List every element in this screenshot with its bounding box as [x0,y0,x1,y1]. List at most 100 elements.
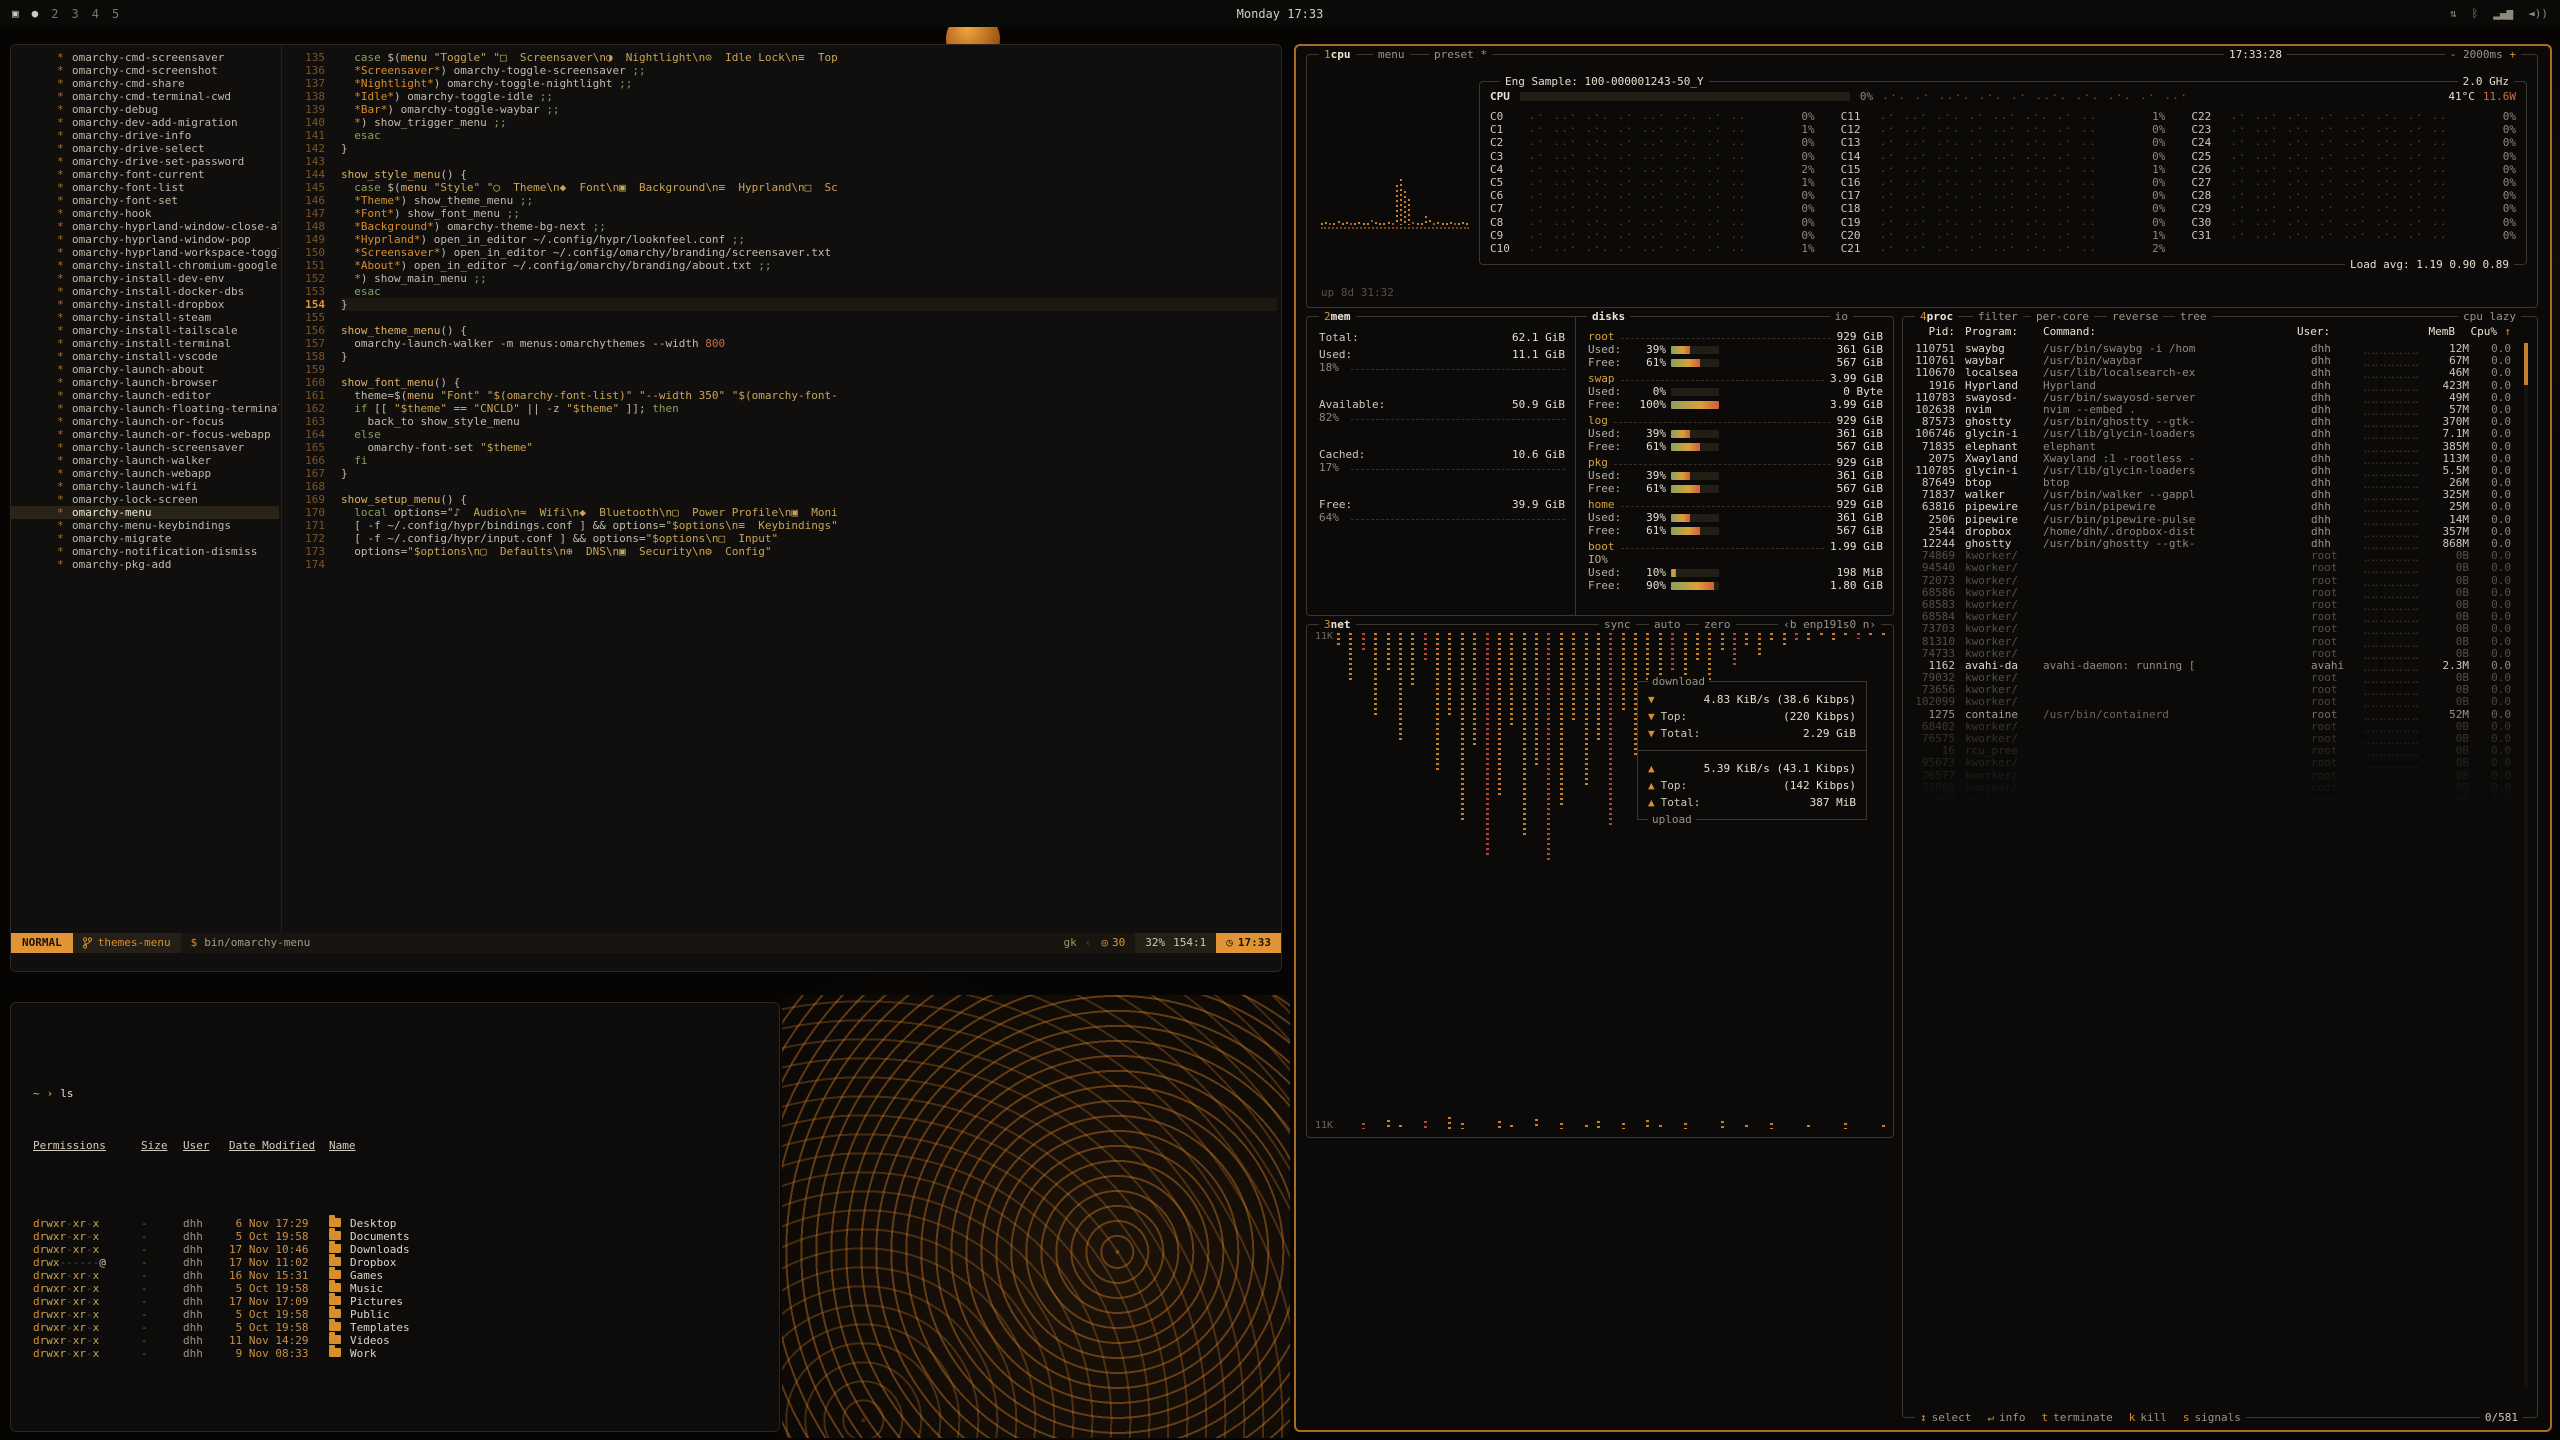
file-item[interactable]: *omarchy-notification-dismiss [11,545,279,558]
interface-switcher[interactable]: ‹b enp191s0 n› [1778,618,1881,631]
dir-name[interactable]: Pictures [350,1295,403,1308]
dir-name[interactable]: Work [350,1347,377,1360]
file-item[interactable]: *omarchy-menu-keybindings [11,519,279,532]
process-row[interactable]: 110785glycin-i/usr/lib/glycin-loadersdhh… [1913,465,2511,477]
file-item[interactable]: *omarchy-drive-set-password [11,155,279,168]
process-row[interactable]: 71837walker/usr/bin/walker --gappldhh325… [1913,489,2511,501]
dir-name[interactable]: Music [350,1282,383,1295]
file-item[interactable]: *omarchy-launch-floating-terminal- [11,402,279,415]
proc-footer-action[interactable]: ↵info [1987,1411,2025,1424]
file-item[interactable]: *omarchy-install-dropbox [11,298,279,311]
process-row[interactable]: 803btrfs-trroot0B0.0 [1913,794,2511,806]
volume-icon[interactable] [2528,7,2548,20]
auto-toggle[interactable]: auto [1649,618,1686,631]
dir-name[interactable]: Desktop [350,1217,396,1230]
tree-toggle[interactable]: tree [2175,310,2212,323]
file-item[interactable]: *omarchy-cmd-terminal-cwd [11,90,279,103]
reverse-toggle[interactable]: reverse [2107,310,2163,323]
file-item[interactable]: *omarchy-hook [11,207,279,220]
file-item[interactable]: *omarchy-install-vscode [11,350,279,363]
file-item[interactable]: *omarchy-launch-about [11,363,279,376]
active-workspace-icon[interactable]: ▣ [12,7,19,20]
process-row[interactable]: 87649btopbtopdhh26M0.0 [1913,477,2511,489]
proc-footer-action[interactable]: ↕select [1920,1411,1971,1424]
file-item[interactable]: *omarchy-hyprland-window-pop [11,233,279,246]
file-item[interactable]: *omarchy-install-steam [11,311,279,324]
process-row[interactable]: 73703kworker/root0B0.0 [1913,623,2511,635]
process-row[interactable]: 71835elephantelephantdhh385M0.0 [1913,441,2511,453]
menu-button[interactable]: menu [1373,48,1410,61]
process-row[interactable]: 74869kworker/root0B0.0 [1913,550,2511,562]
file-item[interactable]: *omarchy-launch-walker [11,454,279,467]
dir-name[interactable]: Documents [350,1230,410,1243]
file-item[interactable]: *omarchy-drive-select [11,142,279,155]
process-row[interactable]: 68584kworker/root0B0.0 [1913,611,2511,623]
dir-name[interactable]: Dropbox [350,1256,396,1269]
code-buffer[interactable]: case $(menu "Toggle" "□ Screensaver\n◑ N… [341,51,1277,571]
file-item[interactable]: *omarchy-cmd-share [11,77,279,90]
proc-footer-action[interactable]: ssignals [2183,1411,2241,1424]
workspace-5[interactable]: 5 [112,7,119,21]
process-row[interactable]: 63816pipewire/usr/bin/pipewiredhh25M0.0 [1913,501,2511,513]
file-item[interactable]: *omarchy-launch-screensaver [11,441,279,454]
network-arrows-icon[interactable] [2450,7,2457,20]
file-item[interactable]: *omarchy-install-chromium-google-a [11,259,279,272]
process-row[interactable]: 110783swayosd-/usr/bin/swayosd-serverdhh… [1913,392,2511,404]
file-item[interactable]: *omarchy-launch-editor [11,389,279,402]
process-row[interactable]: 102099kworker/root0B0.0 [1913,696,2511,708]
dir-name[interactable]: Templates [350,1321,410,1334]
zero-toggle[interactable]: zero [1699,618,1736,631]
process-row[interactable]: 76577kworker/root0B0.0 [1913,770,2511,782]
interval-plus-button[interactable]: + [2509,48,2516,61]
file-item[interactable]: *omarchy-launch-wifi [11,480,279,493]
dir-name[interactable]: Public [350,1308,390,1321]
process-row[interactable]: 1275containe/usr/bin/containerdroot52M0.… [1913,709,2511,721]
proc-footer-action[interactable]: kkill [2129,1411,2167,1424]
file-item[interactable]: *omarchy-install-docker-dbs [11,285,279,298]
header-program[interactable]: Program: [1965,325,2043,338]
file-item[interactable]: *omarchy-launch-browser [11,376,279,389]
process-row[interactable]: 110751swaybg/usr/bin/swaybg -i /homdhh12… [1913,343,2511,355]
file-item[interactable]: *omarchy-launch-or-focus [11,415,279,428]
workspace-4[interactable]: 4 [92,7,99,21]
process-row[interactable]: 95673kworker/root0B0.0 [1913,757,2511,769]
header-command[interactable]: Command: [2043,325,2297,338]
process-row[interactable]: 68583kworker/root0B0.0 [1913,599,2511,611]
process-row[interactable]: 87573ghostty/usr/bin/ghostty --gtk-dhh37… [1913,416,2511,428]
process-row[interactable]: 110670localsea/usr/lib/localsearch-exdhh… [1913,367,2511,379]
file-item[interactable]: *omarchy-font-current [11,168,279,181]
terminal-window[interactable]: ~›ls PermissionsSizeUserDate ModifiedNam… [10,1002,780,1432]
file-item[interactable]: *omarchy-debug [11,103,279,116]
process-row[interactable]: 1162avahi-daavahi-daemon: running [avahi… [1913,660,2511,672]
workspace-2[interactable]: 2 [51,7,58,21]
per-core-toggle[interactable]: per-core [2031,310,2094,323]
file-item[interactable]: *omarchy-hyprland-window-close-all [11,220,279,233]
process-row[interactable]: 68402kworker/root0B0.0 [1913,721,2511,733]
header-user[interactable]: User: [2297,325,2349,338]
file-item[interactable]: *omarchy-launch-webapp [11,467,279,480]
file-item[interactable]: *omarchy-font-set [11,194,279,207]
file-item[interactable]: *omarchy-migrate [11,532,279,545]
file-item[interactable]: *omarchy-launch-or-focus-webapp [11,428,279,441]
process-row[interactable]: 81310kworker/root0B0.0 [1913,636,2511,648]
header-pid[interactable]: Pid: [1913,325,1965,338]
process-row[interactable]: 76575kworker/root0B0.0 [1913,733,2511,745]
neovim-window[interactable]: *omarchy-cmd-screensaver*omarchy-cmd-scr… [10,44,1282,972]
file-item[interactable]: *omarchy-drive-info [11,129,279,142]
preset-button[interactable]: preset * [1429,48,1492,61]
bluetooth-icon[interactable] [2472,7,2479,20]
sort-selector[interactable]: cpu lazy [2458,310,2521,323]
dir-name[interactable]: Games [350,1269,383,1282]
process-row[interactable]: 1916HyprlandHyprlanddhh423M0.0 [1913,380,2511,392]
dir-name[interactable]: Downloads [350,1243,410,1256]
nvim-cmdline[interactable] [11,953,1281,971]
file-item[interactable]: *omarchy-lock-screen [11,493,279,506]
process-row[interactable]: 94540kworker/root0B0.0 [1913,562,2511,574]
process-row[interactable]: 2506pipewire/usr/bin/pipewire-pulsedhh14… [1913,514,2511,526]
file-item[interactable]: *omarchy-install-tailscale [11,324,279,337]
process-row[interactable]: 73656kworker/root0B0.0 [1913,684,2511,696]
process-row[interactable]: 110761waybar/usr/bin/waybardhh67M0.0 [1913,355,2511,367]
file-item[interactable]: *omarchy-cmd-screensaver [11,51,279,64]
workspace-3[interactable]: 3 [71,7,78,21]
process-row[interactable]: 106746glycin-i/usr/lib/glycin-loadersdhh… [1913,428,2511,440]
